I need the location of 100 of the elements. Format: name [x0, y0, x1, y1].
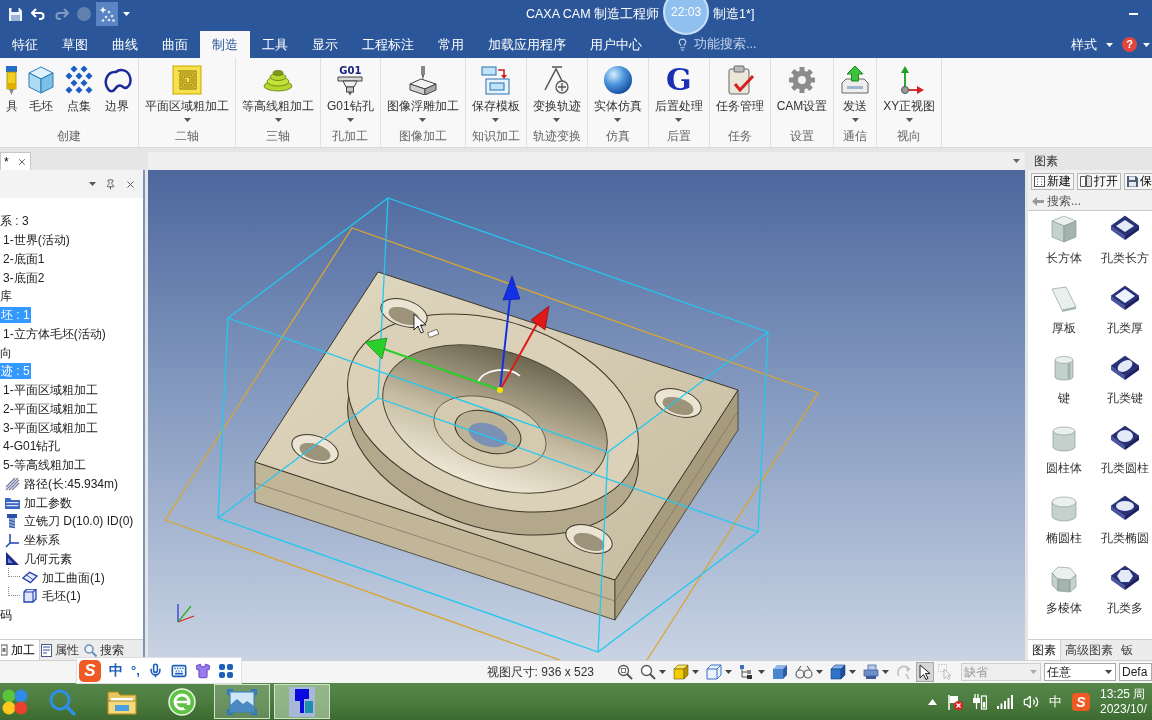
dropdown[interactable]: 任意 [1044, 663, 1116, 681]
signal-bars-icon[interactable] [997, 694, 1013, 709]
tree-item[interactable]: 几何元素 [24, 550, 72, 567]
ribbon-button[interactable]: CAM设置 [772, 58, 832, 125]
punctuation-button[interactable]: °, [131, 660, 140, 681]
shirt-icon[interactable] [194, 662, 211, 679]
panel-bottom-tab[interactable]: 搜索 [83, 640, 128, 660]
shape-item[interactable]: 圆柱体 [1028, 425, 1100, 495]
caret-icon [553, 118, 561, 122]
tree-item[interactable]: 毛坯(1) [42, 588, 81, 605]
tree-item[interactable]: 4-G01钻孔 [3, 438, 61, 455]
ribbon-button[interactable]: 点集 [60, 58, 98, 125]
ribbon-tab[interactable]: 曲面 [150, 31, 200, 58]
ime-mode-button[interactable]: 中 [109, 660, 123, 681]
tree-item[interactable]: 1-平面区域粗加工 [3, 382, 98, 399]
caret-icon [659, 670, 666, 674]
ribbon-button[interactable]: 变换轨迹 [528, 58, 585, 125]
shape-item[interactable]: 孔类多 [1100, 565, 1150, 635]
shape-item[interactable]: 孔类键 [1100, 355, 1150, 425]
shape-item[interactable]: 长方体 [1028, 215, 1100, 285]
ribbon-button[interactable]: G01 G01钻孔 [323, 58, 378, 125]
ribbon-button[interactable]: 等高线粗加工 [238, 58, 318, 125]
ribbon-tab[interactable]: 工具 [250, 31, 300, 58]
feature-search-field[interactable]: 功能搜索... [694, 35, 784, 54]
view-tool-button[interactable] [827, 662, 859, 682]
taskbar-app-button[interactable] [214, 684, 270, 719]
view-tool-button[interactable] [916, 662, 934, 682]
ribbon-button[interactable]: XY正视图 [879, 58, 940, 125]
shape-item[interactable]: 孔类厚 [1100, 285, 1150, 355]
ribbon-tab[interactable]: 特征 [0, 31, 50, 58]
style-menu-button[interactable]: 样式 [1071, 34, 1113, 55]
ribbon-button[interactable]: 实体仿真 [589, 58, 646, 125]
taskbar-app-button[interactable] [274, 684, 330, 719]
ribbon-button[interactable]: 发送 [836, 58, 875, 125]
ribbon-tab[interactable]: 制造 [200, 31, 250, 58]
help-button[interactable]: ? [1122, 37, 1137, 52]
up-triangle-icon[interactable] [928, 698, 937, 705]
redo-icon [53, 8, 69, 20]
ribbon-tab[interactable]: 曲线 [100, 31, 150, 58]
shape-item[interactable]: 厚板 [1028, 285, 1100, 355]
power-plug-icon[interactable] [973, 693, 987, 710]
ribbon-button[interactable]: 具 [2, 58, 22, 125]
caret-icon [419, 118, 427, 122]
ribbon-button[interactable]: G 后置处理 [650, 58, 707, 125]
tree-item[interactable]: 坐标系 [24, 532, 60, 549]
tree-item[interactable]: 2-平面区域粗加工 [3, 400, 98, 417]
shape-item[interactable]: 孔类长方 [1100, 215, 1150, 285]
shape-item[interactable]: 孔类圆柱 [1100, 425, 1150, 495]
tree-item[interactable]: 1-世界(活动) [3, 232, 70, 249]
tree-item[interactable]: 系 : 3 [0, 213, 29, 230]
ribbon-tab[interactable]: 常用 [426, 31, 476, 58]
tree-item[interactable]: 向 [0, 344, 12, 361]
ribbon-button[interactable]: 图像浮雕加工 [382, 58, 463, 125]
tree-item[interactable]: 码 [0, 607, 12, 624]
toolbar-button[interactable]: 新建 [1031, 172, 1074, 190]
tree-item[interactable]: 3-平面区域粗加工 [3, 419, 98, 436]
speaker-icon[interactable] [1023, 693, 1039, 710]
tree-item[interactable]: 加工曲面(1) [42, 569, 105, 586]
toolbar-button[interactable]: 打开 [1077, 172, 1121, 190]
sparkle-dots-icon [99, 6, 115, 22]
tree-item[interactable]: 3-底面2 [3, 269, 45, 286]
tree-item[interactable]: 路径(长:45.934m) [24, 475, 119, 492]
pin-icon[interactable] [105, 178, 116, 190]
ribbon-button[interactable]: 毛坯 [22, 58, 60, 125]
tree-item[interactable]: 加工参数 [24, 494, 72, 511]
shape-item[interactable]: 椭圆柱 [1028, 495, 1100, 565]
ribbon-tab[interactable]: 工程标注 [350, 31, 426, 58]
shape-item[interactable]: 键 [1028, 355, 1100, 425]
tree-item[interactable]: 库 [0, 288, 12, 305]
ribbon-tab[interactable]: 显示 [300, 31, 350, 58]
keyboard-icon[interactable] [170, 662, 187, 679]
ribbon-tab[interactable]: 草图 [50, 31, 100, 58]
ribbon-button[interactable]: 边界 [98, 58, 136, 125]
grid-icon[interactable] [218, 663, 233, 678]
toolbar-button[interactable]: 保 [1124, 172, 1152, 190]
mic-icon[interactable] [147, 663, 163, 678]
view-tool-button[interactable] [860, 662, 892, 682]
ribbon-tab[interactable]: 用户中心 [578, 31, 654, 58]
panel-bottom-tab[interactable]: 高级图素 [1061, 640, 1117, 660]
shape-item[interactable]: 孔类椭圆 [1100, 495, 1150, 565]
search-field[interactable]: 搜索... [1047, 192, 1137, 210]
flag-icon[interactable] [947, 693, 963, 710]
tree-item[interactable]: 2-底面1 [3, 250, 45, 267]
ime-indicator[interactable]: 中 [1049, 691, 1062, 712]
prism-solid-icon [1050, 565, 1078, 593]
tree-item[interactable]: 1-立方体毛坯(活动) [3, 325, 106, 342]
panel-bottom-tab[interactable]: 钣 [1117, 640, 1137, 660]
tree-item[interactable]: 立铣刀 D(10.0) ID(0) [24, 513, 134, 530]
ribbon-button[interactable]: 平面区域粗加工 [141, 58, 233, 125]
ribbon-button[interactable]: 任务管理 [711, 58, 768, 125]
ribbon-button[interactable]: 保存模板 [467, 58, 524, 125]
quick-access-button[interactable] [96, 2, 118, 26]
close-icon[interactable] [125, 178, 136, 190]
ribbon-tab[interactable]: 加载应用程序 [476, 31, 578, 58]
panel-bottom-tab[interactable]: 图素 [1028, 640, 1061, 660]
panel-tab[interactable]: * [0, 152, 31, 170]
panel-bottom-tab[interactable]: 加工 [0, 640, 40, 660]
shape-item[interactable]: 多棱体 [1028, 565, 1100, 635]
dropdown[interactable]: Defa [1119, 663, 1152, 681]
tree-item[interactable]: 5-等高线粗加工 [3, 457, 86, 474]
